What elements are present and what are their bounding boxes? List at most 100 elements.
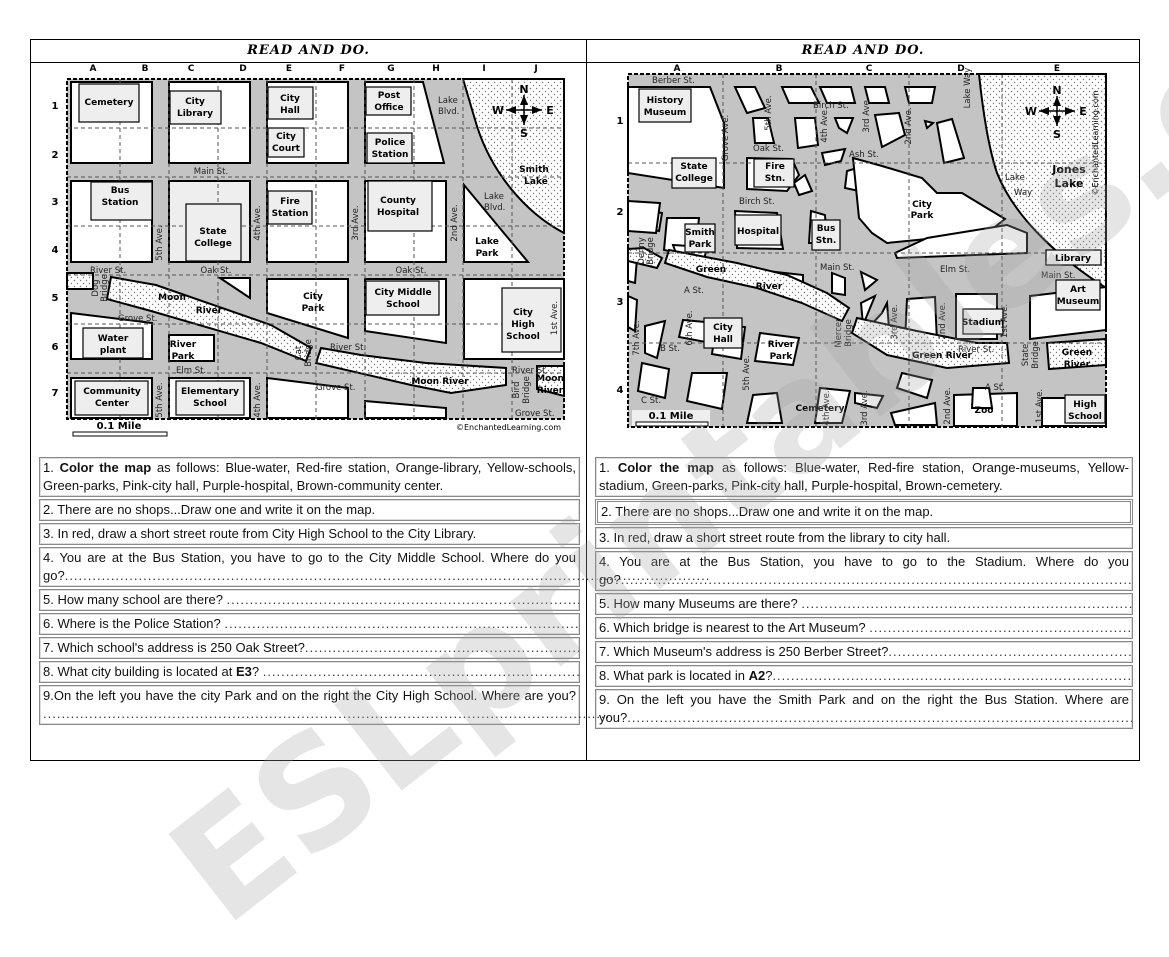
row-label: 3: [52, 197, 59, 208]
building-bus-station: Bus: [111, 186, 130, 196]
question-6[interactable]: 6. Which bridge is nearest to the Art Mu…: [595, 617, 1133, 639]
answer-line[interactable]: ........................................…: [888, 644, 1132, 659]
street-oak: Oak St.: [753, 144, 784, 154]
street-4th-ave: 4th Ave.: [820, 107, 830, 142]
answer-line[interactable]: ........................................…: [43, 706, 610, 721]
answer-line[interactable]: ........................................…: [621, 572, 1132, 587]
street-1st-ave: 1st Ave.: [1000, 304, 1010, 338]
answer-line[interactable]: ........................................…: [263, 664, 579, 679]
building-city-hall: City: [280, 94, 300, 104]
answer-line[interactable]: ........................................…: [224, 616, 579, 631]
street-ash: Ash St.: [849, 150, 879, 160]
answer-line[interactable]: ........................................…: [627, 710, 1132, 725]
right-map: A B C D E 1 2 3 4 History Museum State C…: [587, 63, 1139, 453]
answer-line[interactable]: ........................................…: [801, 596, 1132, 611]
green-river-label: Green River: [912, 351, 973, 361]
row-label: 2: [52, 150, 59, 161]
row-label: 2: [617, 207, 624, 218]
street-lake-way: Lake Way: [963, 68, 973, 109]
street-oak: Oak St.: [396, 266, 427, 276]
question-8[interactable]: 8. What city building is located at E3? …: [39, 661, 580, 683]
street-grove: Grove St.: [515, 409, 555, 419]
compass-e: E: [546, 104, 554, 117]
building-smith-park: Smith: [685, 228, 715, 238]
street-1st-ave: 1st Ave.: [1035, 389, 1045, 423]
street-b: B St.: [660, 344, 680, 354]
col-label: E: [286, 64, 292, 74]
building-river-park: Park: [172, 352, 196, 362]
street-river: River St.: [330, 343, 366, 353]
question-5[interactable]: 5. How many school are there? ..........…: [39, 589, 580, 611]
street-lake-way: Way: [1014, 188, 1032, 198]
street-2nd-ave: 2nd Ave.: [943, 387, 953, 424]
building-bus-station: Stn.: [816, 236, 837, 246]
building-city-park: City: [303, 292, 323, 302]
answer-line[interactable]: ........................................…: [869, 620, 1132, 635]
left-map-svg: A B C D E F G H I J 1 2 3 4 5 6 7 Cemete…: [52, 64, 565, 437]
question-4[interactable]: 4. You are at the Bus Station, you have …: [595, 551, 1133, 591]
building-community-center: Center: [95, 399, 130, 409]
col-label: D: [239, 64, 246, 74]
building-post-office: Office: [374, 103, 403, 113]
question-9[interactable]: 9.On the left you have the city Park and…: [39, 685, 609, 725]
row-label: 6: [52, 342, 59, 353]
bridge-mercer: Bridge: [844, 319, 854, 347]
question-4[interactable]: 4. You are at the Bus Station, you have …: [39, 547, 709, 587]
building-city-park: Park: [911, 211, 935, 221]
building-high-school: School: [1068, 412, 1102, 422]
street-3rd-ave: 3rd Ave.: [351, 205, 361, 240]
right-column-labels: A B C D E: [674, 64, 1061, 74]
compass-w: W: [1025, 105, 1037, 118]
jones-lake-label: Lake: [1055, 177, 1084, 190]
building-state-college: State: [199, 227, 226, 237]
bridge-dog: Bridge: [100, 274, 110, 302]
street-lake-blvd: Lake: [484, 192, 504, 202]
question-3: 3. In red, draw a short street route fro…: [595, 527, 1133, 549]
building-city-high-school: School: [506, 332, 540, 342]
question-7[interactable]: 7. Which school's address is 250 Oak Str…: [39, 637, 580, 659]
building-bus-station: Bus: [817, 224, 836, 234]
row-label: 4: [52, 245, 59, 256]
street-5th-ave: 5th Ave.: [155, 382, 165, 417]
building-county-hospital: Hospital: [377, 208, 419, 218]
answer-line[interactable]: ........................................…: [772, 668, 1132, 683]
question-5[interactable]: 5. How many Museums are there? .........…: [595, 593, 1133, 615]
building-elementary-school: Elementary: [181, 387, 239, 397]
col-label: I: [482, 64, 485, 74]
moon-river-label: Moon: [536, 374, 564, 384]
building-stadium: Stadium: [962, 318, 1004, 328]
answer-line[interactable]: ........................................…: [305, 640, 579, 655]
street-2nd-ave: 2nd Ave.: [904, 107, 914, 144]
building-fire-station: Fire: [765, 162, 785, 172]
street-lake-blvd: Blvd.: [438, 107, 459, 117]
green-river-label: Green: [1062, 348, 1092, 358]
street-5th-ave: 5th Ave.: [155, 225, 165, 260]
question-6[interactable]: 6. Where is the Police Station? ........…: [39, 613, 580, 635]
answer-line[interactable]: ........................................…: [227, 592, 579, 607]
building-city-library: City: [185, 97, 205, 107]
street-lake-blvd: Blvd.: [484, 203, 505, 213]
street-grove: Grove St.: [118, 314, 158, 324]
left-column-labels: A B C D E F G H I J: [90, 64, 538, 74]
building-city-middle-school: School: [386, 300, 420, 310]
street-oak: Oak St.: [201, 266, 232, 276]
bridge-bird: Bridge: [522, 376, 532, 404]
question-8[interactable]: 8. What park is located in A2?..........…: [595, 665, 1133, 687]
building-state-college: State: [680, 162, 707, 172]
question-1: 1. Color the map as follows: Blue-water,…: [39, 457, 580, 497]
building-city-middle-school: City Middle: [374, 288, 431, 298]
building-community-center: Community: [83, 387, 141, 397]
question-9[interactable]: 9. On the left you have the Smith Park a…: [595, 689, 1133, 729]
question-7[interactable]: 7. Which Museum's address is 250 Berber …: [595, 641, 1133, 663]
left-map: A B C D E F G H I J 1 2 3 4 5 6 7 Cemete…: [31, 63, 586, 453]
building-art-museum: Museum: [1057, 297, 1100, 307]
building-river-park: Park: [770, 352, 794, 362]
col-label: C: [866, 64, 873, 74]
question-1: 1. Color the map as follows: Blue-water,…: [595, 457, 1133, 497]
compass-n: N: [519, 83, 528, 96]
street-3rd-ave: 3rd Ave.: [890, 304, 900, 339]
building-state-college: College: [675, 174, 713, 184]
street-birch: Birch St.: [739, 197, 775, 207]
building-elementary-school: School: [193, 399, 227, 409]
worksheet: READ AND DO. A B C D E F G H I J 1 2 3 4…: [30, 39, 1140, 761]
